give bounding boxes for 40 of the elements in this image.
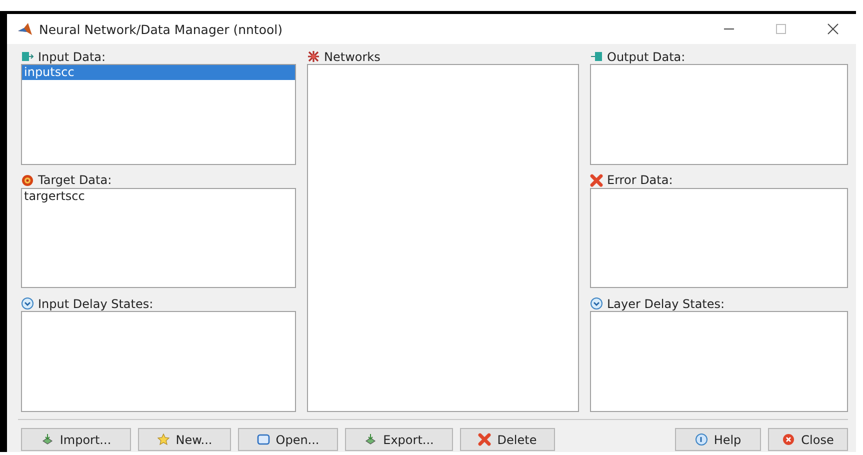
disk-icon <box>364 433 378 446</box>
data-list[interactable] <box>21 311 296 412</box>
delete-button[interactable]: Delete <box>460 428 555 451</box>
panel-label: Target Data: <box>38 173 112 188</box>
panel-label: Input Data: <box>38 50 106 64</box>
data-list[interactable] <box>590 311 848 412</box>
data-list[interactable]: inputscc <box>21 64 296 165</box>
maximize-icon <box>775 23 787 35</box>
panel-label: Error Data: <box>607 173 673 188</box>
output-arrow-icon <box>590 50 603 63</box>
help-icon <box>694 433 708 446</box>
export-button[interactable]: Export... <box>345 428 453 451</box>
disk-icon <box>40 433 54 446</box>
list-item[interactable]: inputscc <box>22 65 295 80</box>
data-list[interactable] <box>590 188 848 288</box>
network-icon <box>307 50 320 63</box>
panel-label: Networks <box>324 50 380 64</box>
input-arrow-icon <box>21 50 34 63</box>
import-button[interactable]: Import... <box>21 428 131 451</box>
star-icon <box>156 433 170 446</box>
close-icon <box>782 433 796 446</box>
chevron-circle-icon <box>21 297 34 310</box>
data-list[interactable] <box>590 64 848 165</box>
app-logo-icon <box>17 22 33 36</box>
x-icon <box>478 433 492 446</box>
window-icon <box>256 433 270 446</box>
panel-label: Input Delay States: <box>38 296 154 311</box>
target-icon <box>21 174 34 187</box>
new-button[interactable]: New... <box>138 428 231 451</box>
panel-label: Output Data: <box>607 50 686 64</box>
x-icon <box>590 174 603 187</box>
window-title: Neural Network/Data Manager (nntool) <box>39 22 284 36</box>
help-button[interactable]: Help <box>675 428 761 451</box>
panel-label: Layer Delay States: <box>607 296 725 311</box>
list-item[interactable]: targertscc <box>22 188 295 204</box>
open-button[interactable]: Open... <box>238 428 338 451</box>
data-list[interactable]: targertscc <box>21 188 296 288</box>
chevron-circle-icon <box>590 297 603 310</box>
close-button[interactable]: Close <box>768 428 848 451</box>
close-icon <box>827 23 839 35</box>
